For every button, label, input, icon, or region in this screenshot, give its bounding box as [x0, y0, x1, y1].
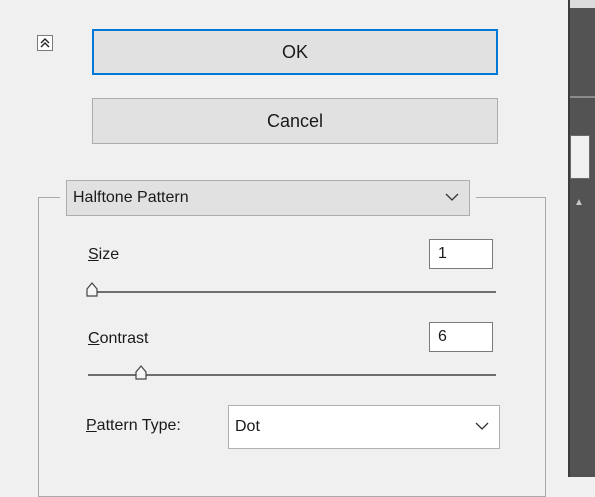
panel-box	[570, 135, 590, 179]
pattern-type-value: Dot	[235, 418, 260, 435]
scroll-up-icon[interactable]: ▲	[574, 197, 584, 208]
panel-strip	[570, 0, 595, 8]
adjacent-panel: ▲	[568, 0, 595, 477]
contrast-field[interactable]: 6	[429, 322, 493, 352]
pattern-type-select[interactable]: Dot	[228, 405, 500, 449]
contrast-slider-track[interactable]	[88, 374, 496, 376]
chevron-down-icon	[445, 193, 459, 202]
panel-frame-line	[568, 0, 570, 477]
contrast-label: Contrast	[88, 330, 148, 348]
ok-button[interactable]: OK	[92, 29, 498, 75]
filter-select[interactable]: Halftone Pattern	[66, 180, 470, 216]
collapse-up-icon	[38, 36, 52, 50]
size-label-text: ize	[98, 246, 120, 263]
size-label: Size	[88, 246, 119, 264]
size-slider-track[interactable]	[88, 291, 496, 293]
filter-select-value: Halftone Pattern	[73, 189, 189, 206]
filter-gallery-dialog: OK Cancel Halftone Pattern Size 1 Contra…	[0, 0, 568, 497]
collapse-button[interactable]	[37, 35, 53, 51]
pattern-type-label: Pattern Type:	[86, 417, 181, 435]
panel-divider	[570, 96, 595, 98]
size-slider-thumb[interactable]	[86, 282, 98, 298]
pattern-type-label-text: attern Type:	[96, 417, 181, 434]
pattern-type-label-mnemonic: P	[86, 417, 97, 434]
size-label-mnemonic: S	[88, 246, 99, 263]
contrast-label-mnemonic: C	[88, 330, 100, 347]
contrast-label-text: ontrast	[99, 330, 149, 347]
contrast-slider-thumb[interactable]	[135, 365, 147, 381]
chevron-down-icon	[475, 422, 489, 431]
cancel-button[interactable]: Cancel	[92, 98, 498, 144]
size-field[interactable]: 1	[429, 239, 493, 269]
